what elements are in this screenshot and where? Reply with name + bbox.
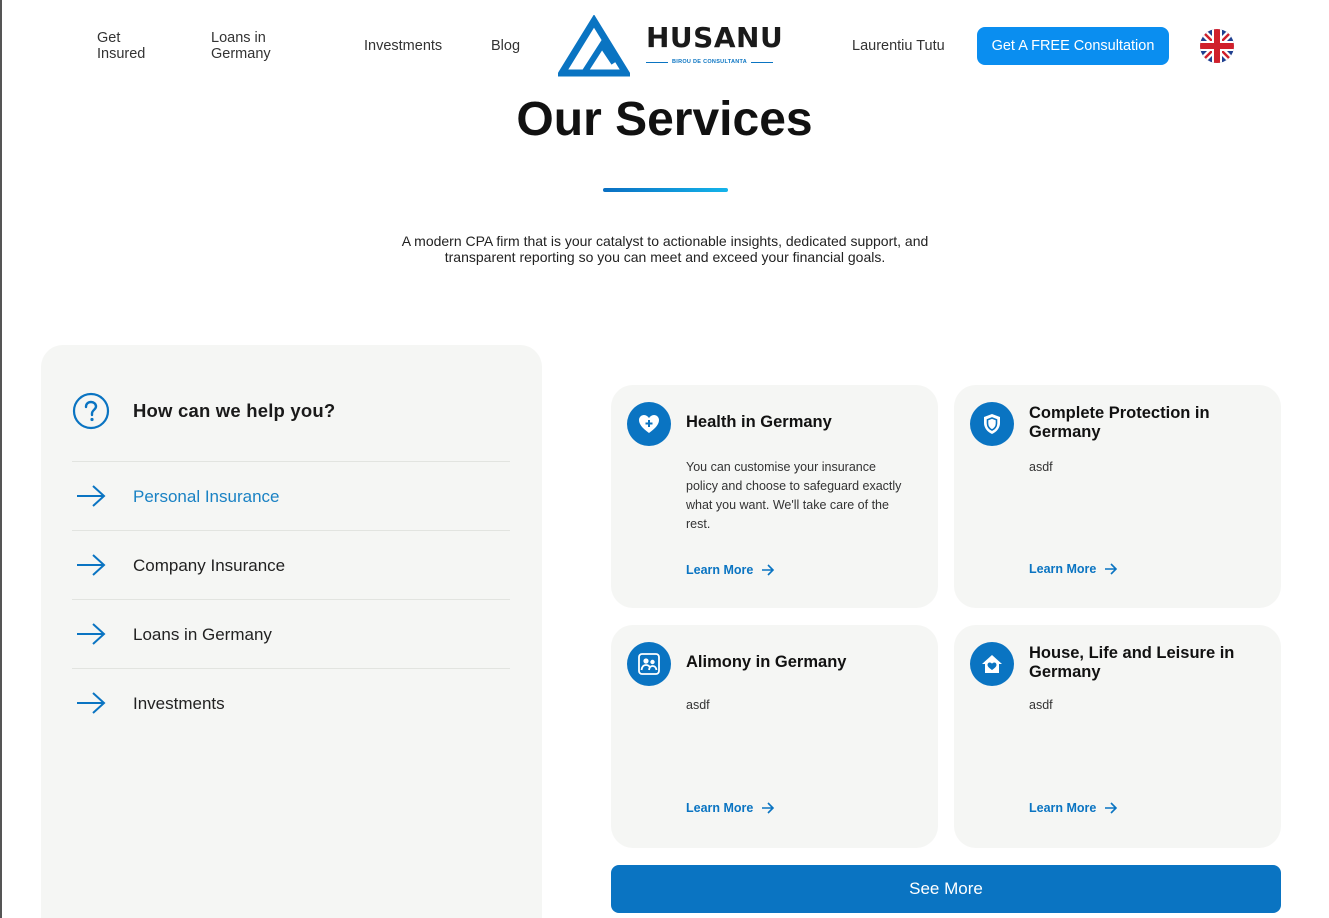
arrow-right-icon [1105, 563, 1118, 575]
card-title: House, Life and Leisure in Germany [1029, 644, 1235, 681]
card-description: asdf [686, 698, 710, 712]
learn-more-link[interactable]: Learn More [1029, 801, 1118, 815]
uk-flag-icon[interactable] [1200, 29, 1234, 63]
intro-text: A modern CPA firm that is your catalyst … [401, 233, 929, 265]
service-card-alimony[interactable]: Alimony in Germany asdf Learn More [611, 625, 938, 848]
husanu-logo[interactable]: HUSANU BIROU DE CONSULTANTA [555, 14, 783, 77]
card-description: You can customise your insurance policy … [686, 460, 902, 531]
menu-item-label: Personal Insurance [133, 487, 280, 506]
menu-item-label: Company Insurance [133, 556, 286, 575]
arrow-right-icon [1105, 802, 1118, 814]
menu-item-company-insurance[interactable]: Company Insurance [72, 530, 510, 599]
logo-text: HUSANU [646, 21, 784, 54]
nav-loans-in-germany[interactable]: Loans in Germany [211, 30, 271, 62]
service-card-house-life-leisure[interactable]: House, Life and Leisure in Germany asdf … [954, 625, 1281, 848]
card-description: asdf [1029, 460, 1053, 474]
arrow-right-icon [77, 692, 106, 714]
arrow-right-icon [762, 802, 775, 814]
family-icon [627, 642, 671, 686]
title-underline [603, 188, 728, 192]
free-consultation-button[interactable]: Get A FREE Consultation [977, 27, 1169, 65]
menu-item-label: Investments [133, 694, 225, 713]
see-more-button[interactable]: See More [611, 865, 1281, 913]
card-title: Alimony in Germany [686, 653, 847, 671]
shield-icon [970, 402, 1014, 446]
learn-more-link[interactable]: Learn More [686, 801, 775, 815]
nav-investments[interactable]: Investments [364, 38, 442, 54]
learn-more-link[interactable]: Learn More [1029, 562, 1118, 576]
menu-item-personal-insurance[interactable]: Personal Insurance [72, 461, 510, 530]
arrow-right-icon [762, 564, 775, 576]
heart-shield-icon [627, 402, 671, 446]
menu-item-label: Loans in Germany [133, 625, 272, 644]
page-title: Our Services [516, 93, 813, 146]
nav-get-insured[interactable]: Get Insured [97, 30, 145, 62]
card-description: asdf [1029, 698, 1053, 712]
service-card-health[interactable]: Health in Germany You can customise your… [611, 385, 938, 608]
logo-mountain-icon [555, 14, 633, 77]
service-card-complete-protection[interactable]: Complete Protection in Germany asdf Lear… [954, 385, 1281, 608]
logo-subtitle: BIROU DE CONSULTANTA [646, 59, 773, 65]
learn-more-link[interactable]: Learn More [686, 563, 775, 577]
arrow-right-icon [77, 554, 106, 576]
menu-item-investments[interactable]: Investments [72, 668, 510, 737]
help-panel: How can we help you? Personal Insurance … [41, 345, 542, 918]
user-account-link[interactable]: Laurentiu Tutu [852, 38, 945, 54]
arrow-right-icon [77, 623, 106, 645]
arrow-right-icon [77, 485, 106, 507]
help-title: How can we help you? [133, 400, 336, 421]
card-title: Complete Protection in Germany [1029, 404, 1210, 441]
question-circle-icon [72, 392, 110, 430]
card-title: Health in Germany [686, 413, 832, 431]
menu-item-loans-in-germany[interactable]: Loans in Germany [72, 599, 510, 668]
house-heart-icon [970, 642, 1014, 686]
nav-blog[interactable]: Blog [491, 38, 520, 54]
